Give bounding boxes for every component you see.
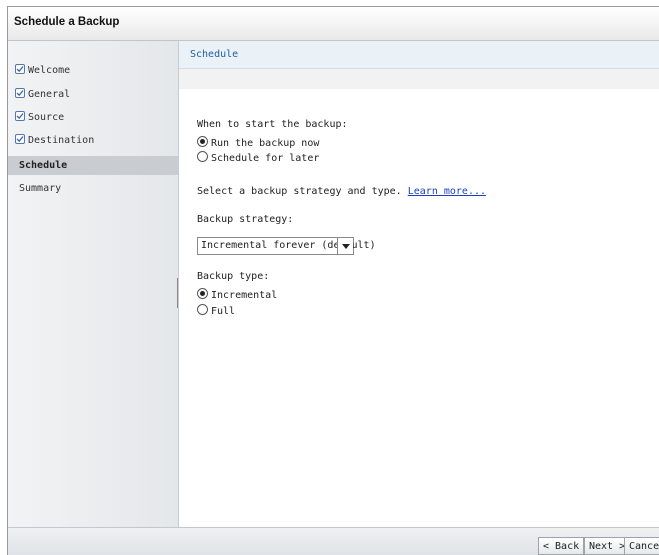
dialog-title: Schedule a Backup <box>14 16 120 28</box>
sidebar-item-label: General <box>28 89 71 100</box>
backup-strategy-label: Backup strategy: <box>197 214 294 225</box>
dialog-footer: < Back Next > Cancel <box>8 527 659 555</box>
cancel-button[interactable]: Cancel <box>624 537 659 555</box>
main-panel: Schedule When to start the backup: Run t… <box>177 41 659 527</box>
radio-incremental[interactable]: Incremental <box>197 288 277 302</box>
checkbox-checked-icon <box>15 64 25 74</box>
sidebar-item-welcome[interactable]: Welcome <box>15 64 70 78</box>
sidebar-item-source[interactable]: Source <box>15 111 64 125</box>
chevron-down-icon[interactable] <box>337 238 353 254</box>
radio-selected-icon[interactable] <box>197 288 208 299</box>
radio-run-now[interactable]: Run the backup now <box>197 136 319 150</box>
back-button[interactable]: < Back <box>538 537 585 555</box>
strategy-prompt-text: Select a backup strategy and type. <box>197 186 402 197</box>
strategy-prompt: Select a backup strategy and type. Learn… <box>197 186 486 197</box>
wizard-sidebar: Welcome General Source Destination Sched… <box>8 41 181 527</box>
radio-label: Incremental <box>211 290 278 301</box>
title-bar: Schedule a Backup <box>8 7 659 41</box>
learn-more-link[interactable]: Learn more... <box>408 186 486 197</box>
checkbox-checked-icon <box>15 134 25 144</box>
section-header: Schedule <box>179 41 659 69</box>
radio-unselected-icon[interactable] <box>197 151 208 162</box>
when-to-start-label: When to start the backup: <box>197 119 348 130</box>
sidebar-item-destination[interactable]: Destination <box>15 134 94 148</box>
sidebar-item-label: Source <box>28 112 65 123</box>
sidebar-item-label: Welcome <box>28 65 71 76</box>
section-subbar <box>179 69 659 89</box>
checkbox-checked-icon <box>15 88 25 98</box>
radio-unselected-icon[interactable] <box>197 304 208 315</box>
section-title: Schedule <box>190 49 239 60</box>
sidebar-item-summary[interactable]: Summary <box>19 182 61 196</box>
sidebar-item-label: Summary <box>19 183 62 194</box>
radio-label: Full <box>211 306 236 317</box>
backup-type-label: Backup type: <box>197 271 270 282</box>
radio-selected-icon[interactable] <box>197 136 208 147</box>
radio-label: Run the backup now <box>211 138 320 149</box>
radio-label: Schedule for later <box>211 153 320 164</box>
panel-splitter[interactable] <box>177 278 178 308</box>
radio-full[interactable]: Full <box>197 304 235 318</box>
checkbox-checked-icon <box>15 111 25 121</box>
sidebar-item-general[interactable]: General <box>15 88 70 102</box>
radio-schedule-later[interactable]: Schedule for later <box>197 151 319 165</box>
sidebar-item-schedule[interactable]: Schedule <box>8 156 181 175</box>
sidebar-item-label: Destination <box>28 135 95 146</box>
sidebar-item-label: Schedule <box>19 160 68 171</box>
backup-strategy-select[interactable]: Incremental forever (default) <box>197 237 376 255</box>
schedule-backup-dialog: Schedule a Backup Welcome General Source… <box>7 6 659 555</box>
